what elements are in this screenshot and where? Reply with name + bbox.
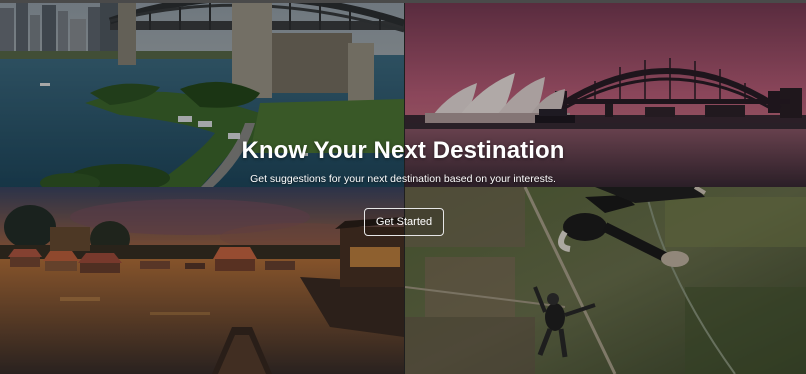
hero-subtitle: Get suggestions for your next destinatio… <box>250 173 556 185</box>
hero-section: Know Your Next Destination Get suggestio… <box>0 0 806 374</box>
hero-content: Know Your Next Destination Get suggestio… <box>0 0 806 374</box>
top-bar <box>0 0 806 3</box>
get-started-button[interactable]: Get Started <box>364 208 444 236</box>
hero-title: Know Your Next Destination <box>241 137 565 164</box>
